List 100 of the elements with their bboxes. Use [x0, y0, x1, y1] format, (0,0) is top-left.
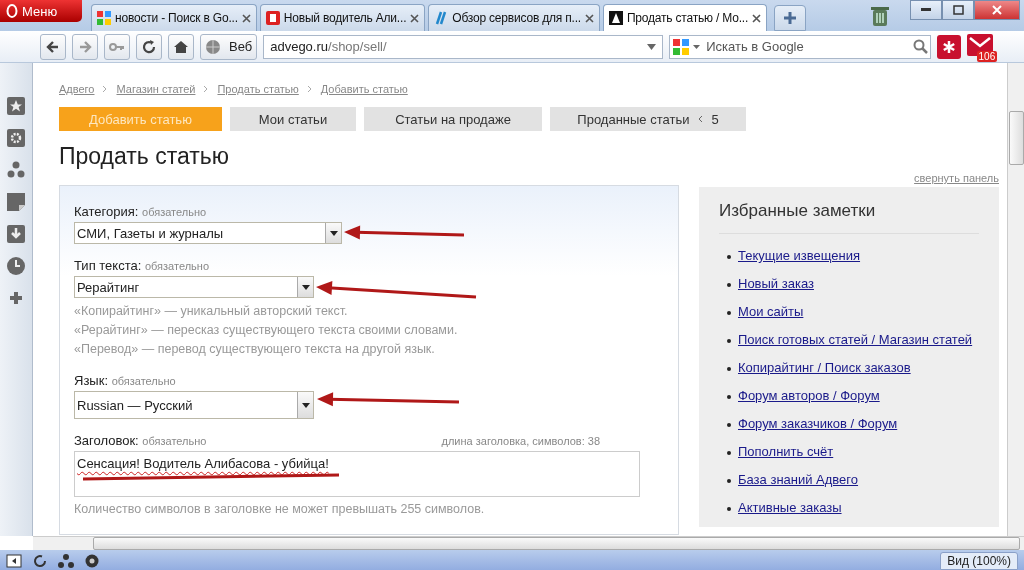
nav-tab[interactable]: Мои статьи — [230, 107, 356, 131]
sidebar-link[interactable]: Поиск готовых статей / Магазин статей — [738, 332, 973, 347]
bullet-icon — [727, 283, 731, 287]
sidebar-link[interactable]: База знаний Адвего — [738, 472, 859, 487]
bullet-icon — [727, 479, 731, 483]
maximize-button[interactable] — [942, 0, 974, 20]
close-icon[interactable] — [241, 13, 251, 23]
sidebar-link[interactable]: Новый заказ — [738, 276, 814, 291]
maximize-icon — [952, 5, 964, 15]
dropdown-arrow-icon — [301, 284, 310, 290]
required-label: обязательно — [111, 375, 176, 387]
chevron-icon — [306, 85, 313, 93]
select-field[interactable]: Рерайтинг — [74, 276, 314, 298]
hint-text: Количество символов в заголовке не может превышать 255 символов. — [74, 502, 486, 516]
panel-title: Избранные заметки — [719, 201, 979, 234]
dropdown-arrow-icon[interactable] — [647, 43, 657, 50]
note-icon[interactable] — [7, 193, 25, 211]
breadcrumb-link[interactable]: Магазин статей — [116, 83, 196, 95]
sync-icon[interactable] — [32, 554, 48, 568]
required-label: обязательно — [142, 435, 207, 447]
bullet-icon — [727, 367, 731, 371]
bookmark-button[interactable] — [937, 34, 962, 59]
close-button[interactable] — [974, 0, 1020, 20]
breadcrumb-link[interactable]: Адвего — [59, 83, 95, 95]
scroll-thumb[interactable] — [1009, 111, 1024, 165]
bullet-icon — [727, 255, 731, 259]
page-title: Продать статью — [59, 143, 231, 170]
asterisk-icon — [942, 39, 957, 54]
plus-icon — [783, 11, 798, 25]
menu-button[interactable]: Меню — [0, 0, 82, 22]
bullet-icon — [727, 507, 731, 511]
close-icon[interactable] — [584, 13, 594, 23]
select-field[interactable]: Russian — Русский — [74, 391, 314, 419]
zoom-button[interactable]: Вид (100%) — [940, 552, 1018, 570]
field-label: Язык: — [74, 373, 108, 388]
ring-icon — [6, 4, 18, 18]
count-text: 5 — [711, 111, 719, 127]
square-logo-icon — [265, 11, 280, 25]
reload-button[interactable] — [136, 33, 162, 60]
back-button[interactable] — [40, 33, 66, 60]
nav-tab[interactable]: Статьи на продаже — [364, 107, 542, 131]
vertical-scrollbar[interactable] — [1007, 63, 1024, 536]
collapse-link[interactable]: свернуть панель — [914, 172, 999, 184]
hint-text: «Перевод» — перевод существующего текста на другой язык. — [74, 341, 436, 358]
hint-text: «Рерайтинг» — пересказ существующего текста своими словами. — [74, 322, 459, 339]
fan-icon[interactable] — [58, 554, 74, 568]
browser-tab[interactable]: Новый водитель Али... — [259, 4, 426, 31]
chevron-icon — [102, 85, 109, 93]
clock-icon[interactable] — [7, 257, 25, 275]
select-field[interactable]: СМИ, Газеты и журналы — [74, 222, 342, 244]
dropdown-arrow-icon — [329, 230, 338, 236]
trash-icon[interactable] — [871, 4, 889, 27]
speed-dial-icon[interactable] — [84, 554, 100, 568]
search-field[interactable]: Искать в Google — [669, 34, 932, 59]
breadcrumb-link[interactable]: Добавить статью — [320, 83, 408, 95]
plus-icon[interactable] — [7, 289, 25, 307]
browser-tab[interactable]: Продать статью / Мо... — [602, 4, 768, 31]
sidebar-link[interactable]: Текущие извещения — [738, 248, 861, 263]
fan-icon[interactable] — [7, 161, 25, 179]
required-label: обязательно — [142, 206, 207, 218]
panel-toggle-icon[interactable] — [6, 554, 22, 568]
close-icon[interactable] — [410, 13, 420, 23]
browser-tab[interactable]: Обзор сервисов для п... — [428, 4, 600, 31]
mail-button[interactable]: 106 — [967, 33, 996, 60]
minimize-icon — [921, 8, 931, 12]
sidebar-link[interactable]: Форум авторов / Форум — [738, 388, 880, 403]
key-button[interactable] — [104, 33, 130, 60]
gear-icon[interactable] — [7, 129, 25, 147]
sidebar-link[interactable]: Мои сайты — [738, 304, 804, 319]
minimize-button[interactable] — [910, 0, 942, 20]
bullet-icon — [727, 451, 731, 455]
forward-button[interactable] — [72, 33, 98, 60]
close-icon[interactable] — [752, 13, 762, 23]
star-icon[interactable] — [7, 97, 25, 115]
bullet-icon — [727, 423, 731, 427]
bullet-icon — [727, 311, 731, 315]
back-arrow-icon — [45, 38, 61, 55]
address-field[interactable]: advego.ru/shop/sell/ — [263, 34, 664, 59]
length-counter: длина заголовка, символов: 38 — [441, 435, 600, 447]
view-button[interactable]: Веб — [200, 33, 258, 60]
globe-icon — [205, 38, 221, 55]
forward-arrow-icon — [77, 38, 93, 55]
nav-tab[interactable]: Проданные статьи 5 — [550, 107, 746, 131]
download-icon[interactable] — [7, 225, 25, 243]
breadcrumb-link[interactable]: Продать статью — [217, 83, 299, 95]
close-icon — [992, 5, 1002, 15]
required-label: обязательно — [144, 260, 209, 272]
mail-count-badge: 106 — [976, 50, 998, 62]
title-field[interactable]: Сенсация! Водитель Алибасова - убийца! — [74, 451, 640, 497]
hint-text: «Копирайтинг» — уникальный авторский текст. — [74, 303, 349, 320]
sidebar-link[interactable]: Форум заказчиков / Форум — [738, 416, 898, 431]
sidebar-link[interactable]: Копирайтинг / Поиск заказов — [738, 360, 911, 375]
sidebar-link[interactable]: Активные заказы — [738, 500, 842, 515]
home-button[interactable] — [168, 33, 194, 60]
field-label: Категория: — [74, 204, 139, 219]
browser-tab[interactable]: новости - Поиск в Go... — [91, 4, 257, 31]
new-tab-button[interactable] — [774, 5, 807, 31]
bullet-icon — [727, 339, 731, 343]
chevron-icon — [697, 115, 704, 123]
sidebar-link[interactable]: Пополнить счёт — [738, 444, 834, 459]
